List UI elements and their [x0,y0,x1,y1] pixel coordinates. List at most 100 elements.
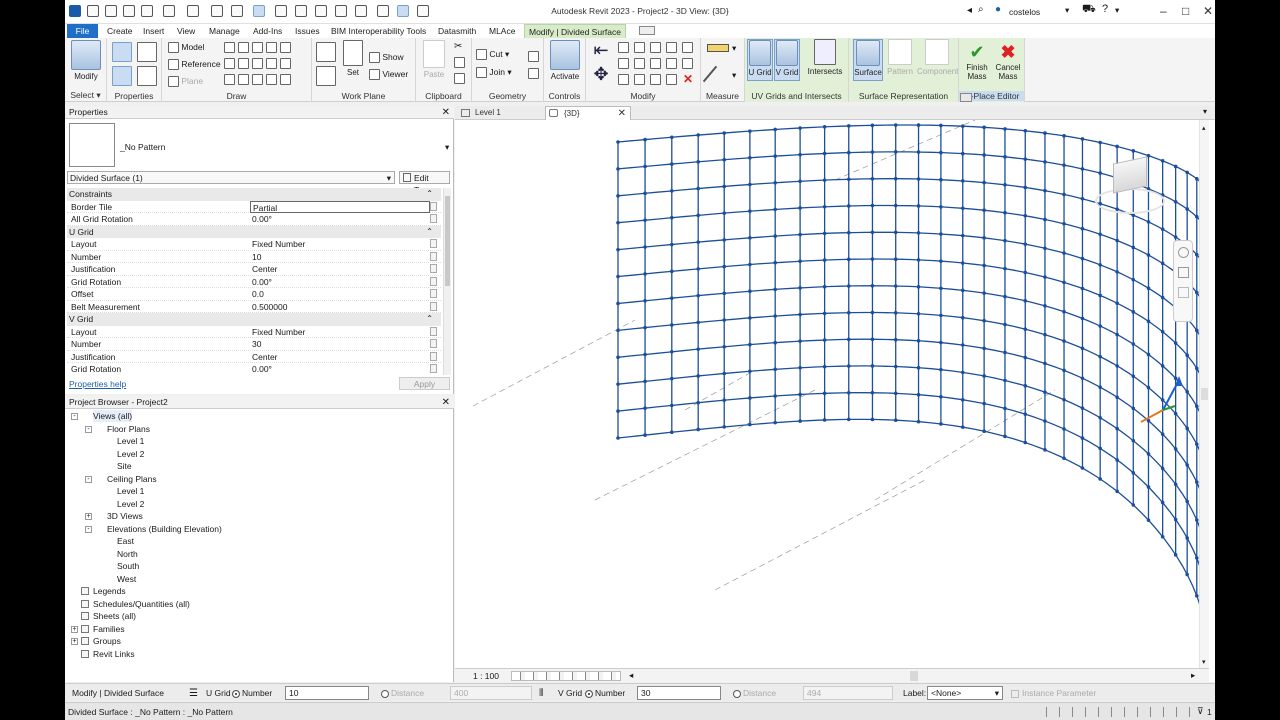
rectangle-tool-icon[interactable] [238,42,249,53]
split-element-icon[interactable] [666,42,677,53]
cancel-mass-button[interactable]: ✖ Cancel Mass [993,41,1023,81]
collapse-chevron-icon[interactable]: ⌃ [426,188,433,200]
measure-dropdown-icon[interactable]: ▾ [732,43,736,54]
property-row[interactable]: Number 10 [67,251,441,263]
u-number-input[interactable]: 10 [285,686,369,700]
browser-item[interactable]: Sheets (all) [93,610,136,622]
aligned-dimension-icon[interactable] [702,65,718,83]
contextual-panel-toggle-icon[interactable] [639,26,655,35]
u-number-radio[interactable]: Number [232,687,272,700]
vertical-scroll-thumb[interactable] [1201,388,1208,400]
collapse-node-icon[interactable]: - [71,413,78,420]
browser-item[interactable]: Schedules/Quantities (all) [93,598,190,610]
align-icon[interactable]: ⇤ [590,40,612,62]
arc-tool-icon[interactable] [224,58,235,69]
properties-palette-icon[interactable] [112,66,132,86]
scroll-right-icon[interactable]: ▸ [1191,670,1195,681]
view-scale[interactable]: 1 : 100 [473,671,499,681]
point-element-icon[interactable] [280,74,291,85]
property-row[interactable]: Layout Fixed Number [67,326,441,338]
browser-item[interactable]: Site [117,460,132,472]
v-grid-toggle-icon[interactable]: ⦀ [539,687,543,700]
steering-wheel-icon[interactable] [1178,247,1189,258]
surface-rep-dialog-launcher-icon[interactable] [960,93,972,102]
set-button[interactable]: Set [342,40,364,77]
rotate-icon[interactable] [634,58,645,69]
property-row[interactable]: Border Tile Partial [67,200,441,213]
spline-tool-icon[interactable] [224,74,235,85]
maximize-icon[interactable]: □ [1182,4,1189,18]
tangent-arc-icon[interactable] [266,58,277,69]
help-icon[interactable]: ? [1102,3,1108,15]
cart-icon[interactable]: ⛟ [1082,3,1096,17]
trim-extend-icon[interactable] [650,58,661,69]
property-row[interactable]: Offset 0.0 [67,288,441,301]
match-properties-icon[interactable] [454,73,465,84]
property-row[interactable]: Number 30 [67,338,441,351]
v-distance-input[interactable]: 494 [803,686,893,700]
browser-item[interactable]: Level 2 [117,498,144,510]
property-section[interactable]: V Grid ⌃ [67,313,441,326]
ellipse-tool-icon[interactable] [238,74,249,85]
browser-item[interactable]: Ceiling Plans [107,473,157,485]
collapse-chevron-icon[interactable]: ⌃ [426,313,433,325]
finish-mass-button[interactable]: ✔ Finish Mass [963,41,991,81]
v-grid-button[interactable]: V Grid [774,39,800,81]
property-value[interactable]: 0.00° [250,213,430,225]
property-value[interactable]: Fixed Number [250,238,430,250]
tab-add-ins[interactable]: Add-Ins [249,24,286,38]
intersects-button[interactable]: Intersects [803,39,847,76]
view-vertical-scrollbar[interactable]: ▴ ▾ [1199,120,1209,668]
property-row[interactable]: Belt Measurement 0.500000 [67,301,441,313]
close-project-browser-icon[interactable]: ✕ [442,396,450,409]
u-grid-line[interactable] [617,258,1204,383]
property-value[interactable]: 0.0 [250,288,430,300]
array-icon[interactable] [618,74,629,85]
browser-item[interactable]: Revit Links [93,648,135,660]
partial-ellipse-icon[interactable] [252,74,263,85]
model-line-button[interactable]: Model [168,42,205,54]
activate-button[interactable]: Activate [547,40,583,81]
collapse-chevron-icon[interactable]: ⌃ [426,226,433,238]
label-select[interactable]: <None> ▾ [927,686,1003,700]
browser-item[interactable]: North [117,548,138,560]
property-param-icon[interactable] [430,276,437,286]
browser-item[interactable]: Elevations (Building Elevation) [107,523,222,535]
user-menu-chevron-icon[interactable]: ▾ [1065,5,1069,16]
instance-parameter-checkbox[interactable]: Instance Parameter [1011,687,1096,700]
property-value[interactable]: Fixed Number [250,326,430,338]
u-grid-button[interactable]: U Grid [747,39,773,81]
property-value[interactable]: Center [250,351,430,363]
component-button[interactable]: Component [917,39,958,76]
line-tool-icon[interactable] [224,42,235,53]
inscribed-polygon-icon[interactable] [266,42,277,53]
offset-icon[interactable] [618,42,629,53]
user-name[interactable]: costelos [1009,7,1040,17]
expand-node-icon[interactable]: + [85,513,92,520]
join-geometry-button[interactable]: Join ▾ [476,67,512,79]
delete-icon[interactable]: ✕ [683,72,693,86]
tab-mlace[interactable]: MLAce [485,24,519,38]
mirror-draw-icon[interactable] [650,42,661,53]
type-selector[interactable]: _No Pattern [120,142,165,152]
move-icon[interactable]: ✥ [590,64,612,86]
type-properties-icon[interactable] [112,42,132,62]
copy-icon[interactable] [454,57,465,68]
u-grid-toggle-icon[interactable]: ☰ [189,687,198,700]
start-end-arc-icon[interactable] [238,58,249,69]
property-param-icon[interactable] [430,339,437,348]
browser-item[interactable]: Views (all) [93,410,133,422]
property-value[interactable]: Center [250,263,430,275]
tab-manage[interactable]: Manage [205,24,244,38]
browser-item[interactable]: South [117,560,139,572]
surface-button[interactable]: Surface [853,39,883,81]
browser-item[interactable]: West [117,573,136,585]
help-menu-chevron-icon[interactable]: ▾ [1115,5,1119,16]
selection-toggles-icons[interactable] [1043,707,1193,717]
wall-plane-icon[interactable] [316,42,336,62]
chevron-left-icon[interactable]: ◂ [967,5,972,16]
fillet-arc-icon[interactable] [280,58,291,69]
scroll-up-icon[interactable]: ▴ [1202,124,1206,132]
split-gap-icon[interactable] [682,42,693,53]
browser-item[interactable]: Level 1 [117,435,144,447]
